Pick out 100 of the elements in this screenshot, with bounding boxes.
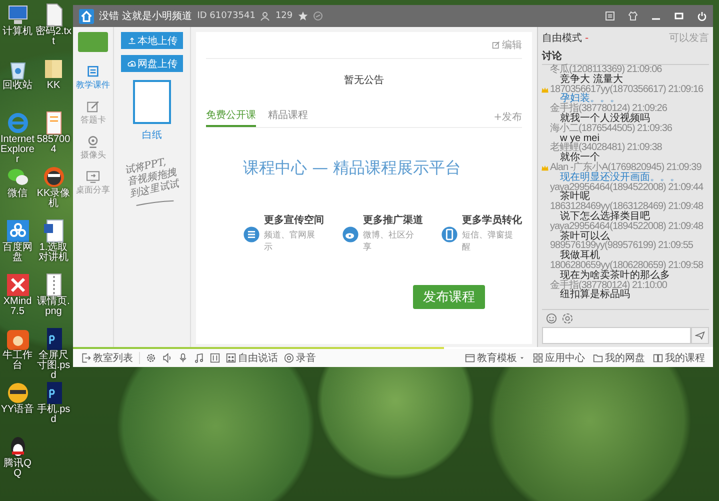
music-note-icon[interactable] (194, 353, 204, 363)
icon-label[interactable]: 密码2.txt (35, 27, 72, 47)
feature-subtitle: 频道、官网展示 (264, 229, 315, 253)
icon-label[interactable]: KK录像机 (35, 189, 72, 209)
tab[interactable]: 免费公开课 (206, 105, 256, 127)
message-text: 茶叶呢 (560, 192, 590, 202)
icon-label[interactable]: 百度网盘 (0, 243, 35, 263)
message-text: 茶叶可以么 (560, 232, 610, 242)
discussion-heading: 讨论 (542, 47, 709, 65)
sender-line: 金手指(387780124) 21:10:00 (550, 280, 667, 290)
power-icon[interactable] (697, 11, 707, 21)
icon-label[interactable]: 微信 (8, 189, 28, 199)
send-icon (695, 331, 705, 340)
thumbnail-caption: 白纸 (142, 129, 162, 142)
icon-label[interactable]: 1.选取对讲机 (35, 243, 72, 263)
feature-title: 更多宣传空间 (264, 213, 324, 227)
user-icon (260, 11, 270, 21)
sender-line: 1870356617yy(1870356617) 21:09:16 (550, 84, 704, 94)
folder-icon (593, 353, 603, 363)
permission-text: 可以发言 (669, 32, 709, 45)
sender-line: 989576199yy(989576199) 21:09:55 (550, 241, 693, 252)
sender-line: 海小二(1876544505) 21:09:36 (550, 124, 672, 134)
message-text: 就我一个人没视频吗 (560, 114, 651, 124)
feature-subtitle: 短信、弹窗提醒 (462, 229, 513, 253)
equalizer-icon[interactable] (210, 353, 220, 363)
channel-id: ID 61073541 (197, 11, 256, 21)
icon-label[interactable]: 回收站 (2, 81, 32, 91)
icon-label[interactable]: 课情页.png (35, 297, 72, 317)
cloud-icon (6, 219, 30, 243)
toolbar-button[interactable]: 我的网盘 (593, 351, 645, 365)
toolbar-button[interactable]: 我的课程 (653, 351, 705, 365)
sender-line: 冬瓜(1208113369) 21:09:06 (550, 65, 662, 75)
list-icon (243, 226, 260, 242)
sender-line: yaya29956464(1894522008) 21:09:48 (550, 222, 704, 232)
phone-icon (441, 226, 458, 242)
maximize-icon[interactable] (674, 11, 684, 21)
record-button[interactable]: 录音 (284, 351, 316, 365)
message-text: 纽扣算是标品吗 (560, 290, 631, 300)
upload-button[interactable]: 本地上传 (121, 32, 183, 49)
icon-label[interactable]: XMind 7.5 (0, 297, 35, 317)
grid-icon (533, 353, 543, 363)
icon-label[interactable]: KK (46, 81, 60, 91)
window-mode-icon[interactable] (605, 11, 615, 21)
classroom-list-button[interactable]: 教室列表 (81, 351, 133, 365)
exit-icon (81, 353, 91, 363)
icon-label[interactable]: YY语音 (0, 405, 34, 415)
sender-line: yaya29956464(1894522008) 21:09:44 (550, 182, 704, 192)
free-talk-button[interactable]: 自由说话 (226, 351, 278, 365)
message-text: 现在为啥卖茶叶的那么多 (560, 270, 671, 281)
feature-title: 更多推广渠道 (363, 213, 423, 227)
caret-icon (519, 355, 525, 361)
member-count: 129 (275, 11, 293, 21)
message-input[interactable] (542, 327, 691, 344)
whiteboard-thumbnail[interactable] (133, 80, 171, 124)
edit-icon (492, 41, 500, 49)
icon-label[interactable]: 腾讯QQ (0, 459, 35, 479)
sender-line: Alan -广东小A(1769820945) 21:09:39 (550, 162, 702, 173)
sender-line: 金手指(387780124) 21:09:26 (550, 104, 667, 114)
mode-caret[interactable]: - (585, 32, 589, 44)
message-text: 现在明显还没开画面。。。 (560, 172, 681, 183)
book-icon (653, 353, 663, 363)
microphone-icon[interactable] (178, 353, 188, 363)
message-text: 竞争大 流量大 (560, 74, 623, 85)
underline-stroke-icon (135, 200, 175, 207)
settings-icon[interactable] (146, 353, 156, 363)
monitor-icon (85, 169, 101, 185)
feature-title: 更多学员转化 (462, 214, 522, 227)
message-text: 就你一个 (560, 153, 600, 163)
icon-label[interactable]: 手机.psd (35, 405, 72, 425)
speaker-icon[interactable] (162, 353, 172, 363)
message-text: w ye mei (560, 134, 600, 144)
star-icon[interactable] (298, 11, 308, 21)
sender-line: 1806280659yy(1806280659) 21:09:58 (550, 260, 704, 271)
toolbar-button[interactable]: 应用中心 (533, 351, 585, 365)
cross-icon (6, 273, 30, 297)
message-text: 我做耳机 (560, 251, 600, 261)
sender-line: 1863128469yy(1863128469) 21:09:48 (550, 202, 704, 212)
send-button[interactable] (691, 327, 709, 344)
people-icon (226, 353, 236, 363)
icon-label[interactable]: 计算机 (2, 27, 32, 37)
shirt-icon[interactable] (628, 11, 638, 21)
computer-icon (6, 3, 30, 27)
icon-label[interactable]: 5857004 (35, 135, 72, 155)
toolbar-button[interactable]: 教育模板 (465, 351, 525, 365)
cloud-upload-icon (126, 58, 136, 68)
tab[interactable]: 精品课程 (268, 105, 308, 127)
upload-button[interactable]: 网盘上传 (121, 55, 183, 72)
home-icon[interactable] (79, 8, 94, 24)
icon-label[interactable]: 牛工作台 (0, 351, 35, 371)
announcement-text: 暂无公告 (343, 74, 385, 88)
feature-subtitle: 微博、社区分享 (363, 230, 414, 253)
message-text: 说下怎么选择类目吧 (560, 212, 650, 222)
window-title: 没错 这就是小明频道 (99, 10, 192, 23)
publish-course-button[interactable]: 发布课程 (413, 285, 485, 309)
smiley-icon[interactable] (546, 313, 557, 324)
icon-label[interactable]: Internet Explorer (0, 135, 35, 165)
word-document-icon (42, 219, 66, 243)
mode-label[interactable]: 自由模式 (542, 31, 582, 45)
sidebar-item[interactable]: 教学课件 (73, 64, 113, 91)
icon-label[interactable]: 全屏尺寸图.psd (35, 351, 72, 381)
